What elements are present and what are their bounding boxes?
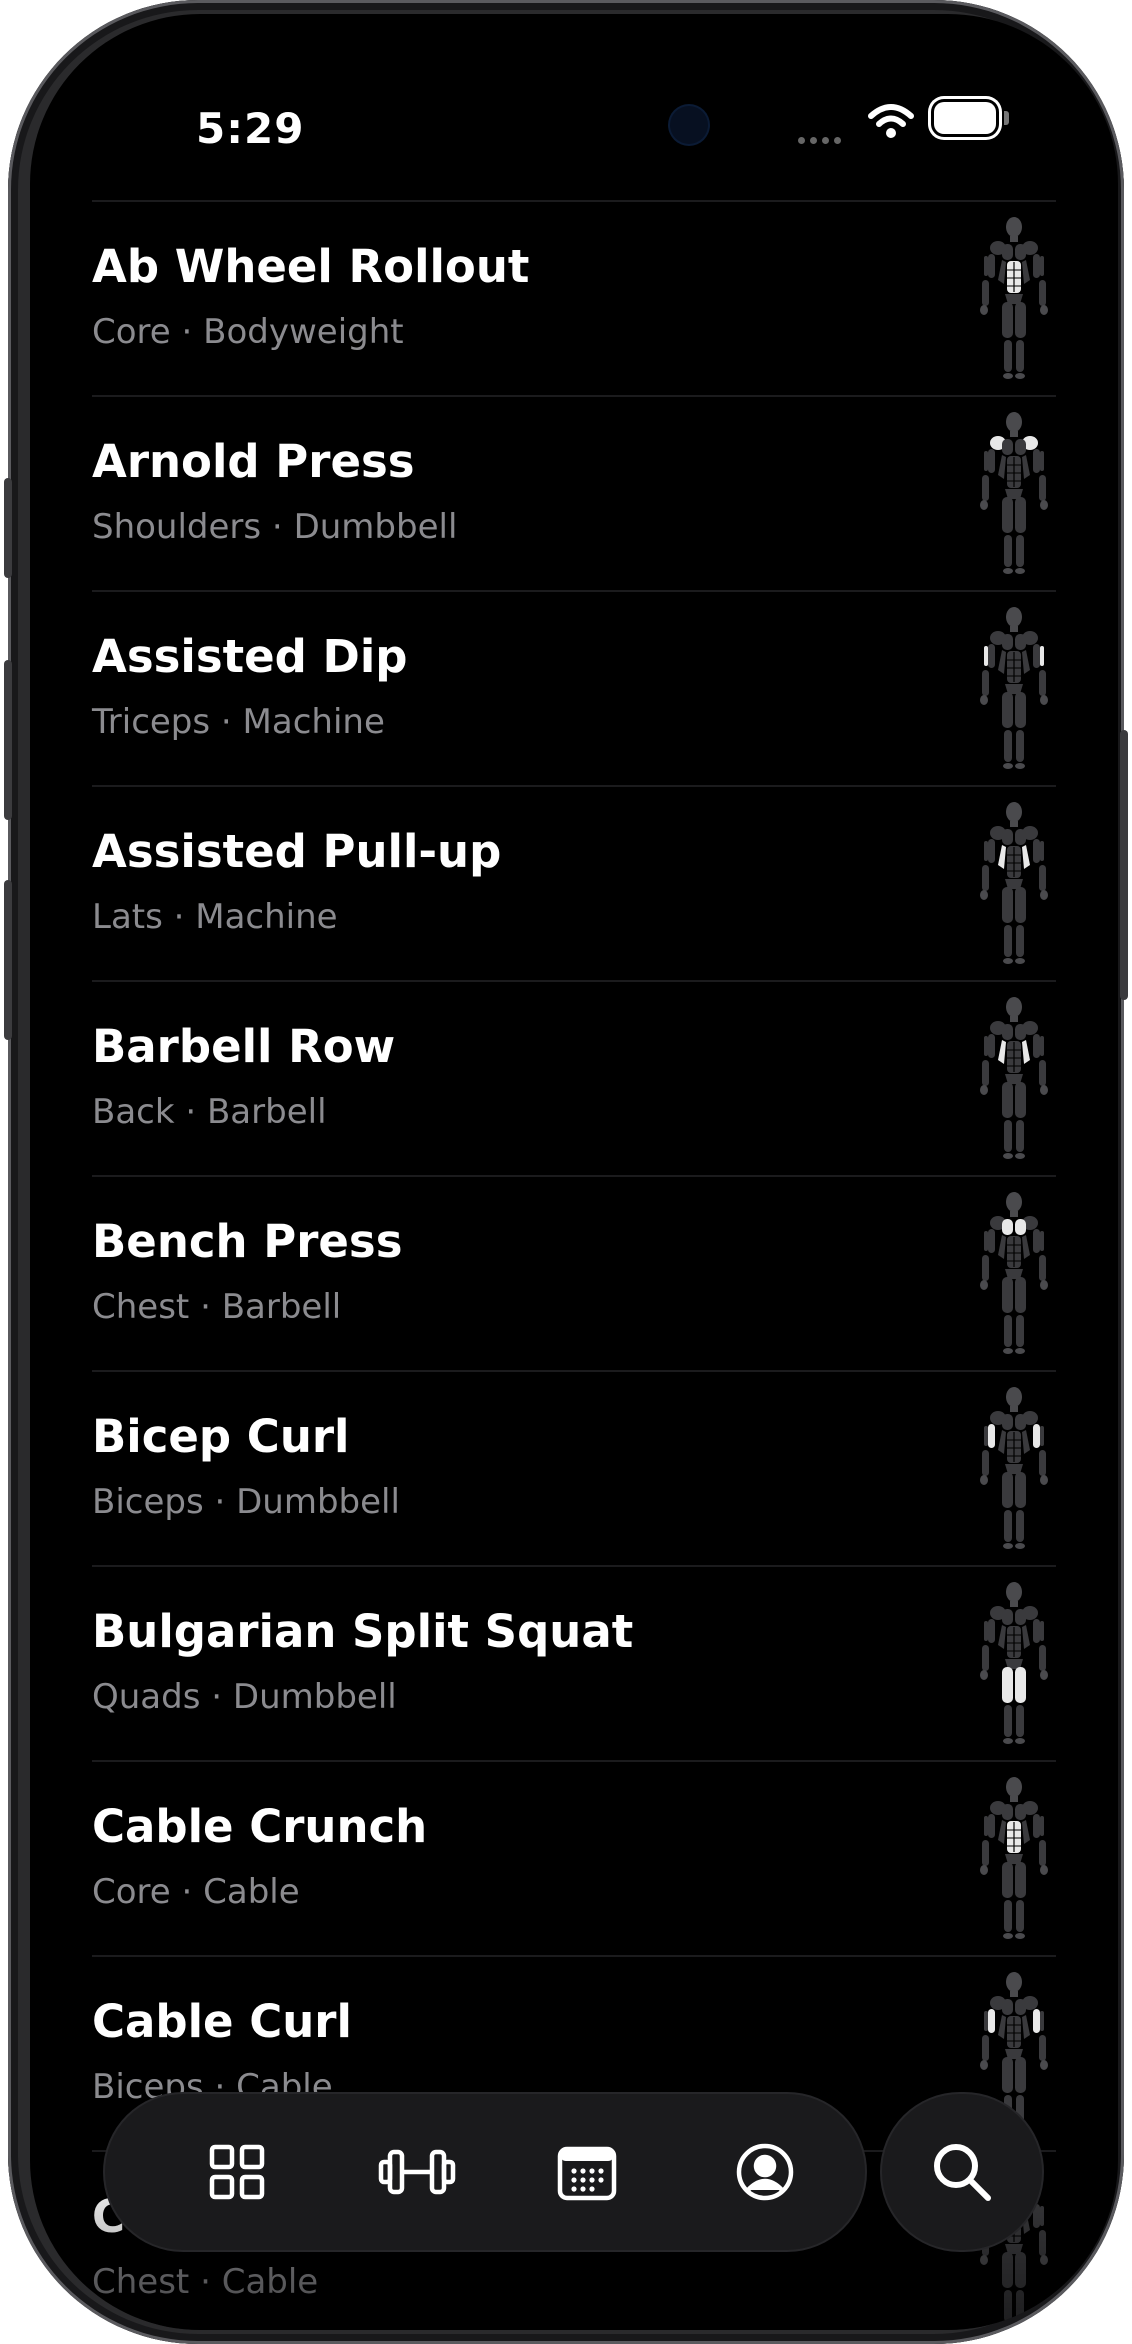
phone-frame: 5:29 Ab Wheel Rollout Core · Bodyweight Ar… — [4, 0, 1128, 2344]
meta-separator: · — [170, 1872, 204, 1912]
meta-separator: · — [210, 702, 243, 742]
exercise-row[interactable]: Cable Crunch Core · Cable — [92, 1760, 1056, 1955]
exercise-name: Bicep Curl — [92, 1410, 350, 1463]
exercise-muscle: Core — [92, 1872, 171, 1912]
exercise-name: Assisted Dip — [92, 630, 408, 683]
dumbbell-icon[interactable] — [377, 2142, 457, 2202]
exercise-name: Cable Crunch — [92, 1800, 428, 1853]
screen: 5:29 Ab Wheel Rollout Core · Bodyweight Ar… — [30, 14, 1118, 2330]
exercise-equipment: Machine — [242, 702, 385, 742]
meta-separator: · — [170, 312, 204, 352]
exercise-equipment: Cable — [203, 1872, 300, 1912]
exercise-name: Ab Wheel Rollout — [92, 240, 530, 293]
exercise-meta: Lats · Machine — [92, 897, 338, 937]
exercise-row[interactable]: Bench Press Chest · Barbell — [92, 1175, 1056, 1370]
exercise-row[interactable]: Assisted Pull-up Lats · Machine — [92, 785, 1056, 980]
exercise-row[interactable]: Bicep Curl Biceps · Dumbbell — [92, 1370, 1056, 1565]
exercise-muscle: Lats — [92, 897, 163, 937]
volume-up-button — [4, 660, 12, 820]
exercise-row[interactable]: Arnold Press Shoulders · Dumbbell — [92, 395, 1056, 590]
exercise-equipment: Dumbbell — [293, 507, 458, 547]
exercise-meta: Triceps · Machine — [92, 702, 385, 742]
tab-bar — [105, 2094, 865, 2250]
battery-icon — [934, 102, 996, 134]
exercise-list: Ab Wheel Rollout Core · Bodyweight Arnold … — [92, 200, 1056, 2330]
exercise-meta: Back · Barbell — [92, 1092, 327, 1132]
exercise-meta: Quads · Dumbbell — [92, 1677, 397, 1717]
muscle-diagram-icon — [972, 1189, 1056, 1357]
exercise-muscle: Biceps — [92, 1482, 204, 1522]
volume-down-button — [4, 880, 12, 1040]
meta-separator: · — [261, 507, 294, 547]
meta-separator: · — [189, 1287, 222, 1327]
search-button[interactable] — [882, 2094, 1042, 2250]
wifi-icon — [868, 102, 914, 144]
muscle-diagram-icon — [972, 214, 1056, 382]
exercise-equipment: Barbell — [221, 1287, 342, 1327]
search-icon — [930, 2140, 994, 2208]
muscle-diagram-icon — [972, 799, 1056, 967]
exercise-muscle: Quads — [92, 1677, 201, 1717]
mute-switch — [4, 478, 12, 578]
exercise-meta: Core · Bodyweight — [92, 312, 404, 352]
exercise-meta: Shoulders · Dumbbell — [92, 507, 457, 547]
exercise-muscle: Triceps — [92, 702, 211, 742]
exercise-equipment: Dumbbell — [236, 1482, 400, 1522]
exercise-equipment: Machine — [195, 897, 338, 937]
exercise-name: Bench Press — [92, 1215, 403, 1268]
exercise-equipment: Bodyweight — [203, 312, 404, 352]
exercise-row[interactable]: Barbell Row Back · Barbell — [92, 980, 1056, 1175]
meta-separator: · — [174, 1092, 207, 1132]
exercise-row[interactable]: Bulgarian Split Squat Quads · Dumbbell — [92, 1565, 1056, 1760]
meta-separator: · — [162, 897, 196, 937]
exercise-muscle: Shoulders — [92, 507, 262, 547]
camera-icon — [670, 106, 708, 144]
muscle-diagram-icon — [972, 1384, 1056, 1552]
exercise-muscle: Back — [92, 1092, 175, 1132]
exercise-meta: Core · Cable — [92, 1872, 300, 1912]
exercise-equipment: Dumbbell — [232, 1677, 397, 1717]
muscle-diagram-icon — [972, 1774, 1056, 1942]
exercise-meta: Biceps · Dumbbell — [92, 1482, 400, 1522]
status-time: 5:29 — [196, 104, 305, 153]
signal-icon — [798, 129, 846, 148]
muscle-diagram-icon — [972, 994, 1056, 1162]
exercise-name: Assisted Pull-up — [92, 825, 502, 878]
exercise-name: Cable Curl — [92, 1995, 352, 2048]
exercise-muscle: Chest — [92, 1287, 190, 1327]
meta-separator: · — [203, 1482, 237, 1522]
exercise-name: Arnold Press — [92, 435, 415, 488]
meta-separator: · — [200, 1677, 233, 1717]
exercise-name: Bulgarian Split Squat — [92, 1605, 634, 1658]
power-button — [1120, 730, 1128, 1000]
exercise-equipment: Barbell — [206, 1092, 327, 1132]
exercise-muscle: Core — [92, 312, 171, 352]
grid-icon[interactable] — [207, 2142, 267, 2202]
muscle-diagram-icon — [972, 1579, 1056, 1747]
exercise-meta: Chest · Barbell — [92, 1287, 341, 1327]
exercise-row[interactable]: Assisted Dip Triceps · Machine — [92, 590, 1056, 785]
profile-icon[interactable] — [735, 2142, 795, 2202]
calendar-icon[interactable] — [557, 2142, 617, 2202]
muscle-diagram-icon — [972, 604, 1056, 772]
muscle-diagram-icon — [972, 409, 1056, 577]
status-bar: 5:29 — [30, 14, 1118, 214]
exercise-name: Barbell Row — [92, 1020, 396, 1073]
exercise-row[interactable]: Ab Wheel Rollout Core · Bodyweight — [92, 200, 1056, 395]
